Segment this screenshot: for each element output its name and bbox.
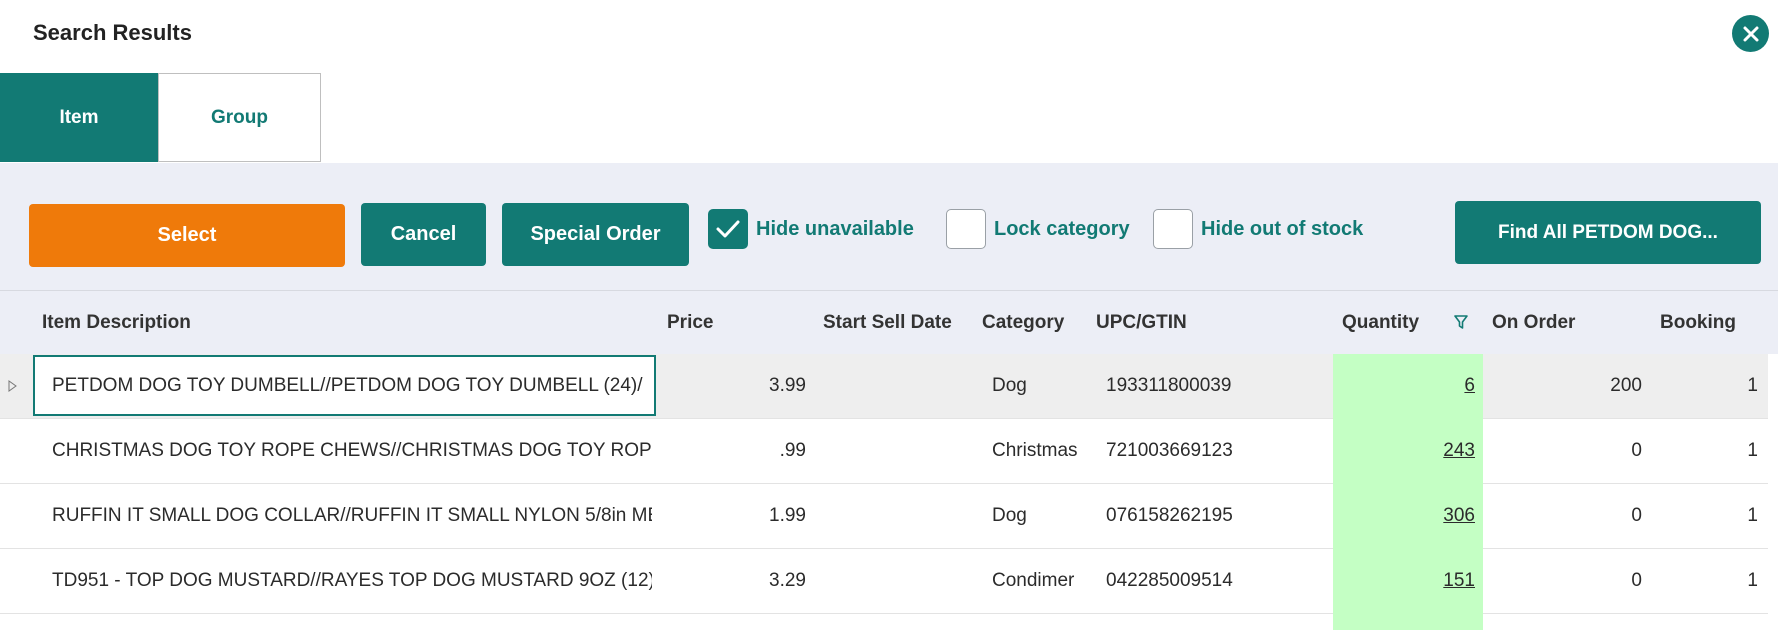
cell-booking: 1	[1747, 570, 1758, 591]
cell-description: TD951 - TOP DOG MUSTARD//RAYES TOP DOG M…	[52, 570, 652, 591]
quantity-link[interactable]: 306	[1443, 505, 1475, 527]
close-button[interactable]	[1732, 15, 1769, 52]
column-header-start-sell-date[interactable]: Start Sell Date	[823, 291, 952, 354]
column-header-booking[interactable]: Booking	[1660, 291, 1736, 354]
toolbar: Select Cancel Special Order Hide unavail…	[0, 163, 1778, 291]
checkbox-box[interactable]	[708, 209, 748, 249]
cell-description: RUFFIN IT SMALL DOG COLLAR//RUFFIN IT SM…	[52, 505, 652, 526]
cell-price: 3.29	[769, 570, 806, 591]
quantity-column-overflow	[1333, 614, 1483, 630]
quantity-cell: 243	[1333, 419, 1483, 484]
column-header-on-order[interactable]: On Order	[1492, 291, 1575, 354]
close-icon	[1743, 26, 1758, 41]
column-header-category[interactable]: Category	[982, 291, 1064, 354]
table-header: Item Description Price Start Sell Date C…	[0, 291, 1778, 354]
quantity-cell: 6	[1333, 354, 1483, 419]
hide-unavailable-label: Hide unavailable	[756, 217, 914, 240]
cell-on-order: 0	[1631, 570, 1642, 591]
checkmark-icon	[716, 220, 740, 238]
checkbox-box[interactable]	[1153, 209, 1193, 249]
cell-upc: 721003669123	[1106, 440, 1233, 461]
tab-group[interactable]: Group	[158, 73, 321, 162]
cell-category: Dog	[992, 505, 1027, 526]
cell-category: Christmas	[992, 440, 1078, 461]
cell-category: Dog	[992, 375, 1027, 396]
hide-out-of-stock-checkbox[interactable]: Hide out of stock	[1153, 209, 1363, 249]
column-header-upc[interactable]: UPC/GTIN	[1096, 291, 1187, 354]
hide-out-of-stock-label: Hide out of stock	[1201, 217, 1364, 240]
cell-booking: 1	[1747, 440, 1758, 461]
cell-price: .99	[779, 440, 806, 461]
column-header-quantity[interactable]: Quantity	[1342, 291, 1419, 354]
hide-unavailable-checkbox[interactable]: Hide unavailable	[708, 209, 914, 249]
row-expand-icon[interactable]	[8, 354, 22, 418]
cell-description: PETDOM DOG TOY DUMBELL//PETDOM DOG TOY D…	[52, 375, 643, 396]
cell-booking: 1	[1747, 375, 1758, 396]
table-row[interactable]: TD951 - TOP DOG MUSTARD//RAYES TOP DOG M…	[0, 549, 1768, 614]
table-row[interactable]: PETDOM DOG TOY DUMBELL//PETDOM DOG TOY D…	[0, 354, 1768, 419]
special-order-button[interactable]: Special Order	[502, 203, 689, 266]
cell-upc: 076158262195	[1106, 505, 1233, 526]
quantity-link[interactable]: 151	[1443, 570, 1475, 592]
cell-on-order: 0	[1631, 440, 1642, 461]
column-header-price[interactable]: Price	[667, 291, 713, 354]
cell-description: CHRISTMAS DOG TOY ROPE CHEWS//CHRISTMAS …	[52, 440, 652, 461]
select-button[interactable]: Select	[29, 204, 345, 267]
filter-button[interactable]	[1454, 291, 1468, 354]
dialog-title: Search Results	[33, 20, 192, 45]
cell-booking: 1	[1747, 505, 1758, 526]
cell-upc: 042285009514	[1106, 570, 1233, 591]
cell-on-order: 0	[1631, 505, 1642, 526]
tab-item[interactable]: Item	[0, 73, 158, 162]
quantity-link[interactable]: 243	[1443, 440, 1475, 462]
cell-price: 1.99	[769, 505, 806, 526]
lock-category-label: Lock category	[994, 217, 1130, 240]
cell-upc: 193311800039	[1106, 375, 1232, 396]
cell-price: 3.99	[769, 375, 806, 396]
quantity-cell: 151	[1333, 549, 1483, 614]
quantity-cell: 306	[1333, 484, 1483, 549]
column-header-description[interactable]: Item Description	[42, 291, 191, 354]
table-row[interactable]: RUFFIN IT SMALL DOG COLLAR//RUFFIN IT SM…	[0, 484, 1768, 549]
filter-icon	[1454, 315, 1468, 329]
cancel-button[interactable]: Cancel	[361, 203, 486, 266]
cell-category: Condimer	[992, 570, 1075, 591]
cell-on-order: 200	[1610, 375, 1642, 396]
find-all-button[interactable]: Find All PETDOM DOG...	[1455, 201, 1761, 264]
checkbox-box[interactable]	[946, 209, 986, 249]
quantity-link[interactable]: 6	[1464, 375, 1475, 397]
table-row[interactable]: CHRISTMAS DOG TOY ROPE CHEWS//CHRISTMAS …	[0, 419, 1768, 484]
tab-bar: Item Group	[0, 73, 321, 163]
lock-category-checkbox[interactable]: Lock category	[946, 209, 1130, 249]
